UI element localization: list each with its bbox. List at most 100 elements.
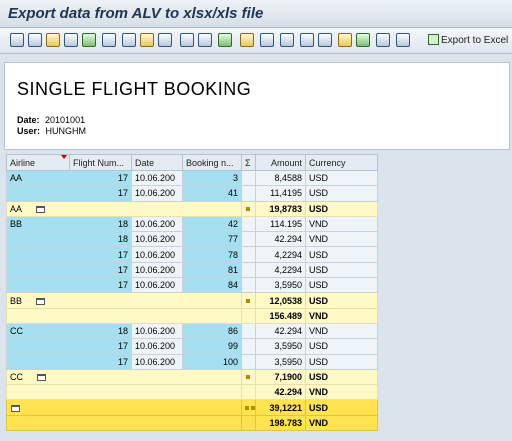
refresh-icon[interactable] (46, 33, 60, 47)
cell-booking-number: 3 (182, 169, 242, 187)
cell-sum (241, 338, 256, 355)
select-all-icon[interactable] (28, 33, 42, 47)
cell-subtotal-currency: VND (305, 384, 378, 401)
table-row[interactable]: 17 10.06.200 100 3,5950 USD (6, 353, 378, 370)
subtotal-row[interactable]: 156.489 VND (6, 307, 378, 324)
cell-sum (241, 353, 256, 370)
change-layout-icon[interactable] (338, 33, 352, 47)
cell-subtotal-amount: 12,0538 (255, 292, 306, 309)
date-line: Date: 20101001 (17, 115, 85, 125)
total-row[interactable]: 198.783 VND (6, 414, 378, 432)
column-header-flight-number[interactable]: Flight Num... (69, 154, 132, 171)
cell-sum (241, 185, 256, 202)
cell-date: 10.06.200 (131, 185, 183, 202)
cell-currency: USD (305, 169, 378, 187)
cell-sum (241, 277, 256, 294)
sum-icon[interactable] (180, 33, 194, 47)
date-label: Date: (17, 115, 40, 125)
column-header-booking-number[interactable]: Booking n... (182, 154, 242, 171)
column-header-sum-icon[interactable]: Σ (241, 154, 256, 171)
sort-ascending-icon[interactable] (122, 33, 136, 47)
report-area: SINGLE FLIGHT BOOKING Date: 20101001 Use… (0, 56, 512, 441)
mail-icon[interactable] (240, 33, 254, 47)
total-row[interactable]: 39,1221 USD (6, 399, 378, 416)
table-row[interactable]: CC 18 10.06.200 86 42.294 VND (6, 322, 378, 340)
subtotal-icon[interactable] (37, 374, 46, 381)
cell-booking-number: 100 (182, 353, 242, 370)
cell-booking-number: 86 (182, 322, 242, 340)
word-icon[interactable] (280, 33, 294, 47)
cell-sum-marker (241, 292, 256, 309)
cell-booking-number: 81 (182, 261, 242, 279)
table-row[interactable]: BB 18 10.06.200 42 114.195 VND (6, 215, 378, 233)
graphic-icon[interactable] (300, 33, 314, 47)
cell-sum-marker (241, 384, 256, 401)
table-row[interactable]: 18 10.06.200 77 42.294 VND (6, 231, 378, 248)
alv-grid: Airline Flight Num... Date Booking n... … (6, 154, 378, 432)
subtotal-row[interactable]: BB 12,0538 USD (6, 292, 378, 309)
table-row[interactable]: 17 10.06.200 84 3,5950 USD (6, 277, 378, 294)
subtotal-icon[interactable] (198, 33, 212, 47)
cell-sum-marker (241, 200, 256, 217)
cell-airline (6, 338, 70, 355)
subtotal-row[interactable]: CC 7,1900 USD (6, 368, 378, 386)
table-row[interactable]: 17 10.06.200 41 11,4195 USD (6, 185, 378, 202)
subtotal-level-icon (246, 375, 250, 379)
cell-airline (6, 277, 70, 294)
abc-analysis-icon[interactable] (318, 33, 332, 47)
cell-booking-number: 77 (182, 231, 242, 248)
cell-subtotal-amount: 42.294 (255, 384, 306, 401)
subtotal-icon[interactable] (36, 205, 46, 213)
print-icon[interactable] (102, 33, 116, 47)
cell-sum (241, 215, 256, 233)
cell-subtotal-airline: BB (6, 292, 242, 309)
cell-amount: 42.294 (255, 322, 306, 340)
export-icon[interactable] (260, 33, 274, 47)
save-layout-icon[interactable] (376, 33, 390, 47)
subtotal-row[interactable]: 42.294 VND (6, 384, 378, 401)
cell-subtotal-currency: USD (305, 368, 378, 386)
subtotal-airline-label: AA (10, 203, 23, 214)
column-header-currency[interactable]: Currency (305, 154, 378, 171)
cell-airline: CC (6, 322, 70, 340)
cell-sum-marker (241, 399, 256, 416)
column-header-date[interactable]: Date (131, 154, 183, 171)
cell-booking-number: 99 (182, 338, 242, 355)
total-icon[interactable] (11, 404, 20, 412)
layout-icon[interactable] (218, 33, 232, 47)
cell-flight-number: 18 (69, 322, 132, 340)
table-row[interactable]: 17 10.06.200 99 3,5950 USD (6, 338, 378, 355)
column-header-amount[interactable]: Amount (255, 154, 306, 171)
info-icon[interactable] (396, 33, 410, 47)
cell-subtotal-amount: 156.489 (255, 307, 306, 324)
subtotal-level-icon (246, 206, 250, 211)
details-icon[interactable] (10, 33, 24, 47)
cell-currency: USD (305, 353, 378, 370)
title-bar: Export data from ALV to xlsx/xls file (0, 0, 512, 28)
cell-date: 10.06.200 (131, 322, 183, 340)
total-level-icon (251, 405, 255, 410)
filter-set-icon[interactable] (158, 33, 172, 47)
document-icon[interactable] (82, 33, 96, 47)
table-row[interactable]: 17 10.06.200 81 4,2294 USD (6, 261, 378, 279)
filter-icon[interactable] (140, 33, 154, 47)
cell-amount: 42.294 (255, 231, 306, 248)
cell-currency: VND (305, 231, 378, 248)
cell-flight-number: 18 (69, 231, 132, 248)
table-row[interactable]: 17 10.06.200 78 4,2294 USD (6, 246, 378, 263)
cell-amount: 3,5950 (255, 277, 306, 294)
cell-subtotal-amount: 7,1900 (255, 368, 306, 386)
cell-currency: USD (305, 246, 378, 263)
cell-flight-number: 17 (69, 338, 132, 355)
subtotal-icon[interactable] (36, 297, 46, 305)
subtotal-row[interactable]: AA 19,8783 USD (6, 200, 378, 217)
cell-sum-marker (241, 368, 256, 386)
cell-subtotal-currency: VND (305, 307, 378, 324)
cell-amount: 114.195 (255, 215, 306, 233)
subtotal-airline-label: BB (10, 295, 23, 306)
choose-layout-icon[interactable] (356, 33, 370, 47)
print-preview-icon[interactable] (64, 33, 78, 47)
export-to-excel-button[interactable]: Export to Excel (428, 34, 508, 46)
table-row[interactable]: AA 17 10.06.200 3 8,4588 USD (6, 169, 378, 187)
cell-flight-number: 18 (69, 215, 132, 233)
